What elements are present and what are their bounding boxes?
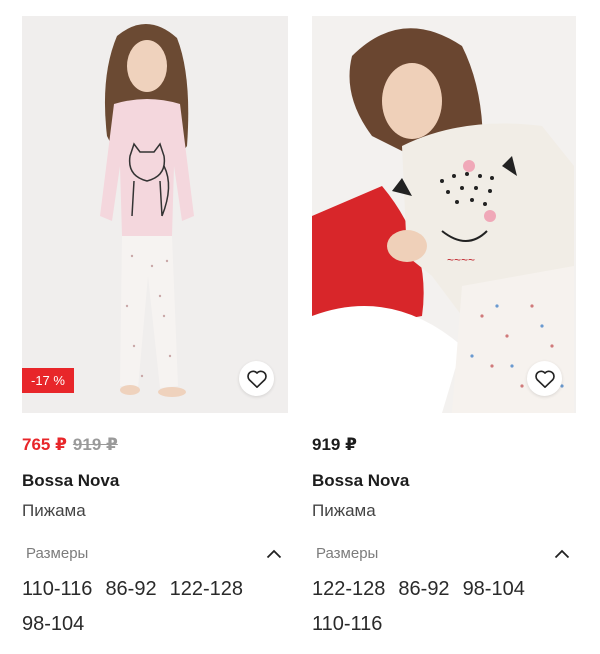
size-option[interactable]: 110-116: [22, 572, 92, 607]
favorite-button[interactable]: [239, 361, 274, 396]
price: 919 ₽: [312, 435, 357, 454]
heart-outline-icon: [534, 370, 555, 388]
size-option[interactable]: 122-128: [312, 572, 385, 607]
size-option[interactable]: 86-92: [398, 572, 449, 607]
favorite-button[interactable]: [527, 361, 562, 396]
heart-outline-icon: [246, 370, 267, 388]
size-option[interactable]: 98-104: [22, 607, 84, 642]
sizes-toggle[interactable]: Размеры: [22, 545, 288, 562]
brand-name[interactable]: Bossa Nova: [312, 471, 576, 491]
size-option[interactable]: 110-116: [312, 607, 382, 642]
brand-name[interactable]: Bossa Nova: [22, 471, 288, 491]
size-option[interactable]: 122-128: [170, 572, 243, 607]
chevron-up-icon[interactable]: [554, 549, 570, 559]
chevron-up-icon[interactable]: [266, 549, 282, 559]
sizes-list: 122-128 86-92 98-104 110-116: [312, 572, 576, 642]
sizes-list: 110-116 86-92 122-128 98-104: [22, 572, 288, 642]
size-option[interactable]: 98-104: [463, 572, 525, 607]
sizes-label: Размеры: [316, 545, 379, 562]
price-row: 919 ₽: [312, 435, 576, 455]
old-price: 919 ₽: [72, 435, 118, 454]
discount-badge: -17 %: [22, 368, 74, 393]
product-image[interactable]: -17 %: [22, 16, 288, 413]
product-type: Пижама: [22, 501, 86, 520]
sizes-label: Размеры: [26, 545, 89, 562]
product-image[interactable]: ~~~~: [312, 16, 576, 413]
sizes-toggle[interactable]: Размеры: [312, 545, 576, 562]
product-card[interactable]: -17 % 765 ₽ 919 ₽ Bossa Nova Пижама Разм…: [22, 16, 288, 642]
product-type: Пижама: [312, 501, 376, 520]
size-option[interactable]: 86-92: [105, 572, 156, 607]
price-row: 765 ₽ 919 ₽: [22, 435, 288, 455]
product-card[interactable]: ~~~~ 919 ₽ Bossa Nova Пижама Размеры 122…: [312, 16, 576, 642]
sale-price: 765 ₽: [22, 435, 67, 454]
svg-text:~~~~: ~~~~: [447, 253, 475, 267]
